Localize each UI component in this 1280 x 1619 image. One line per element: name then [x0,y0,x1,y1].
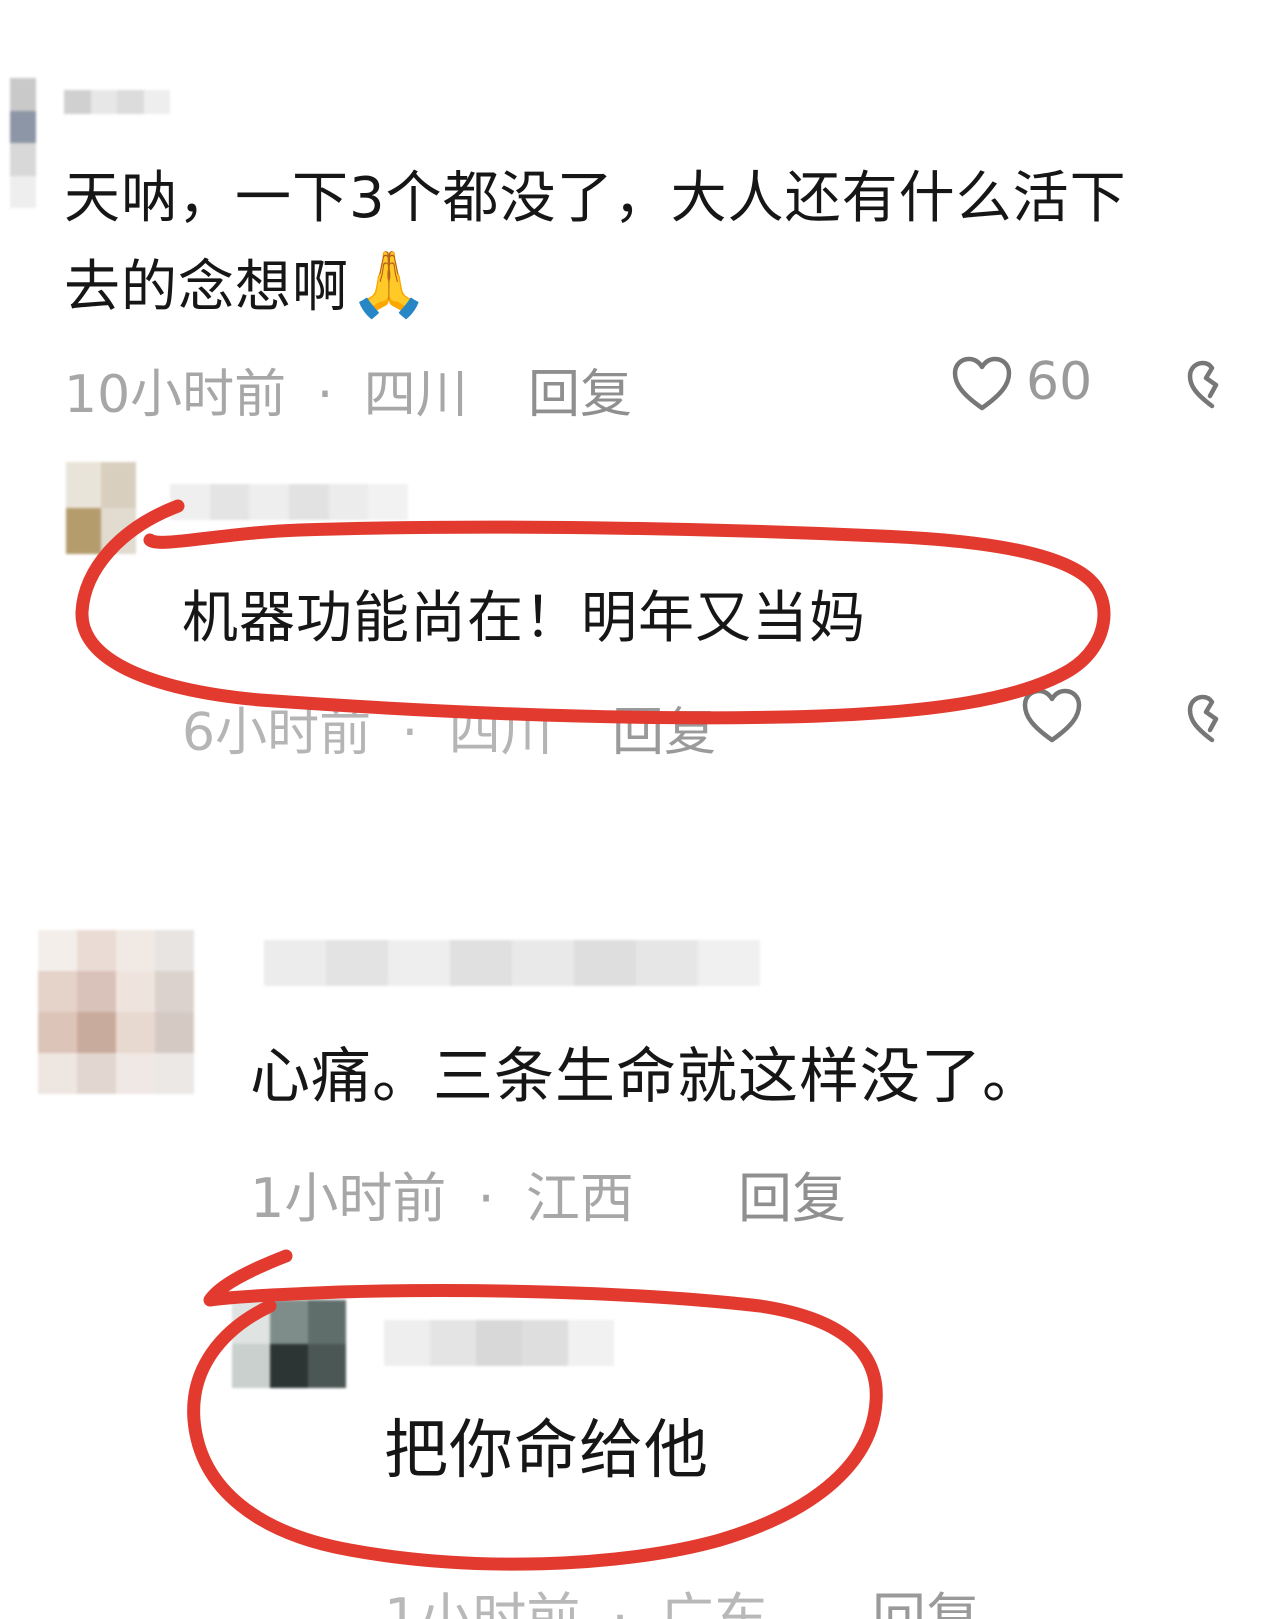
location: 江西 [525,1167,634,1230]
like-count: 60 [1026,352,1093,412]
reply-button[interactable]: 回复 [528,352,632,427]
heart-outline-icon[interactable] [1022,688,1082,744]
timestamp: 6小时前 [182,703,372,763]
meta-separator: · [611,1587,629,1619]
username[interactable] [264,940,760,986]
username[interactable] [384,1320,614,1366]
timestamp: 1小时前 [384,1587,581,1619]
avatar[interactable] [38,930,194,1094]
avatar[interactable] [10,78,36,208]
reply-button[interactable]: 回复 [872,1574,980,1619]
comment-meta: 10小时前 · 四川 [64,352,468,427]
location: 四川 [363,365,468,425]
comment-text: 天呐，一下3个都没了，大人还有什么活下 [64,166,1127,231]
comment-meta: 1小时前 · 广东 [384,1574,768,1619]
timestamp: 1小时前 [250,1167,447,1230]
timestamp: 10小时前 [64,365,287,425]
meta-separator: · [477,1167,495,1230]
username[interactable] [64,90,170,114]
comment-text: 把你命给他 [384,1414,709,1488]
comment-text: 心痛。三条生命就这样没了。 [250,1042,1043,1112]
heart-outline-icon[interactable] [952,356,1012,412]
comment-text: 去的念想啊🙏 [64,248,430,322]
comment-meta: 1小时前 · 江西 [250,1154,634,1233]
comment-section: 天呐，一下3个都没了，大人还有什么活下 去的念想啊🙏 10小时前 · 四川 回复… [0,0,1280,1619]
comment-meta: 6小时前 · 四川 [182,690,553,765]
avatar[interactable] [66,462,136,554]
broken-heart-icon[interactable] [1186,692,1236,744]
comment-text: 机器功能尚在！明年又当妈 [182,586,866,651]
reply-button[interactable]: 回复 [738,1154,846,1233]
pray-emoji: 🙏 [349,248,430,322]
avatar[interactable] [232,1300,346,1388]
broken-heart-icon[interactable] [1186,358,1236,410]
meta-separator: · [401,703,419,763]
location: 广东 [659,1587,768,1619]
reply-button[interactable]: 回复 [612,690,716,765]
meta-separator: · [316,365,334,425]
username[interactable] [170,484,408,520]
location: 四川 [448,703,553,763]
